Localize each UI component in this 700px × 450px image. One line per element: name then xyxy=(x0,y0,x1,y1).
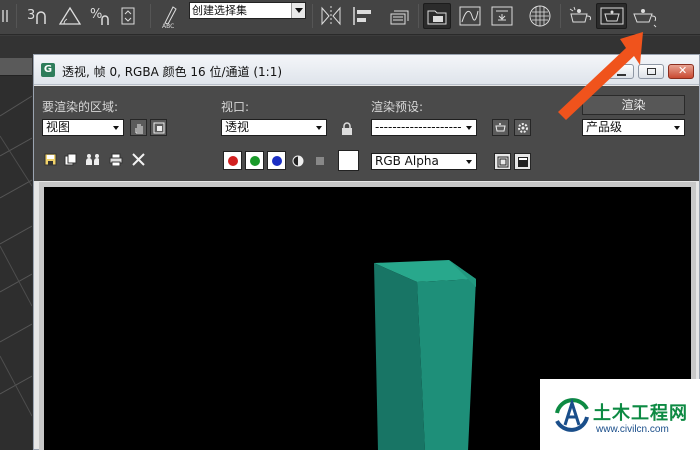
unlink-icon[interactable] xyxy=(0,3,12,29)
save-image-icon[interactable] xyxy=(43,152,57,166)
window-title: 透视, 帧 0, RGBA 颜色 16 位/通道 (1:1) xyxy=(62,65,283,79)
print-image-icon[interactable] xyxy=(109,152,123,166)
site-watermark: 土木工程网 www.civilcn.com xyxy=(540,379,700,450)
align-icon[interactable] xyxy=(350,3,376,29)
chevron-down-icon xyxy=(463,120,476,135)
area-dropdown[interactable]: 视图 xyxy=(42,119,124,136)
preset-label: 渲染预设: xyxy=(371,100,424,114)
curve-editor-icon[interactable] xyxy=(456,3,484,29)
viewport-label: 视口: xyxy=(221,100,250,114)
blue-dot-icon xyxy=(271,155,282,166)
area-label: 要渲染的区域: xyxy=(42,100,119,114)
display-channel-dropdown[interactable]: RGB Alpha xyxy=(371,153,477,170)
svg-text:3: 3 xyxy=(27,8,35,23)
viewport-left[interactable] xyxy=(0,58,32,450)
copy-image-icon[interactable] xyxy=(63,152,77,166)
color-swatch[interactable] xyxy=(338,150,359,171)
toolbar-separator xyxy=(16,4,17,28)
gear-icon xyxy=(517,122,528,133)
edit-region-button[interactable] xyxy=(130,119,147,136)
preset-value: -------------------- xyxy=(375,120,462,134)
chevron-down-icon xyxy=(291,3,305,18)
channel-value: RGB Alpha xyxy=(375,154,439,168)
mirror-icon[interactable] xyxy=(318,3,344,29)
angle-snap-icon[interactable] xyxy=(56,3,84,29)
green-dot-icon xyxy=(249,155,260,166)
chevron-down-icon xyxy=(313,120,326,135)
clone-window-icon[interactable] xyxy=(85,152,99,166)
red-dot-icon xyxy=(227,155,238,166)
viewport-grid xyxy=(0,95,32,417)
svg-text:ABC: ABC xyxy=(162,23,174,29)
toolbar-separator xyxy=(150,4,151,28)
edit-named-selection-icon[interactable]: ABC xyxy=(158,3,186,29)
lock-icon[interactable] xyxy=(340,121,354,135)
viewport-label-bar xyxy=(0,58,32,76)
clear-icon[interactable] xyxy=(131,152,145,166)
environment-button[interactable] xyxy=(514,119,531,136)
toggle-ui-overlay-button[interactable] xyxy=(494,153,511,170)
render-setup-small-icon xyxy=(494,122,506,131)
snap-3d-icon[interactable]: 3 xyxy=(24,3,54,29)
spinner-snap-icon[interactable] xyxy=(118,3,140,29)
hand-icon xyxy=(135,123,143,133)
auto-region-button[interactable] xyxy=(150,119,167,136)
pointer-arrow-icon xyxy=(558,32,643,120)
watermark-url: www.civilcn.com xyxy=(596,424,669,435)
green-channel-toggle[interactable] xyxy=(245,151,264,170)
close-button[interactable]: ✕ xyxy=(668,64,694,79)
schematic-view-icon[interactable] xyxy=(488,3,516,29)
blue-channel-toggle[interactable] xyxy=(267,151,286,170)
toggle-ui-button[interactable] xyxy=(514,153,531,170)
close-icon: ✕ xyxy=(678,64,688,77)
watermark-name: 土木工程网 xyxy=(593,403,688,424)
toolbar-separator xyxy=(418,4,419,28)
viewport-value: 透视 xyxy=(225,120,250,134)
toolbar-separator xyxy=(312,4,313,28)
percent-snap-icon[interactable]: % xyxy=(88,3,116,29)
graphite-modeling-icon[interactable] xyxy=(423,3,451,29)
overlay-icon xyxy=(497,156,508,167)
selection-set-value: 创建选择集 xyxy=(192,4,247,17)
chevron-down-icon xyxy=(463,154,476,169)
layer-manager-icon[interactable] xyxy=(386,3,414,29)
chevron-down-icon xyxy=(110,120,123,135)
region-icon xyxy=(153,122,164,133)
render-setup-button[interactable] xyxy=(492,119,509,136)
app-icon: G xyxy=(41,63,55,77)
svg-text:%: % xyxy=(90,7,102,22)
area-value: 视图 xyxy=(46,120,71,134)
named-selection-set-dropdown[interactable]: 创建选择集 xyxy=(189,2,306,19)
civilcn-logo-icon xyxy=(555,398,589,432)
red-channel-toggle[interactable] xyxy=(223,151,242,170)
viewport-dropdown[interactable]: 透视 xyxy=(221,119,327,136)
render-preset-dropdown[interactable]: -------------------- xyxy=(371,119,477,136)
alpha-channel-icon[interactable] xyxy=(291,154,305,168)
monochrome-icon[interactable] xyxy=(313,154,327,168)
window-icon xyxy=(517,156,528,167)
chevron-down-icon xyxy=(671,120,684,135)
